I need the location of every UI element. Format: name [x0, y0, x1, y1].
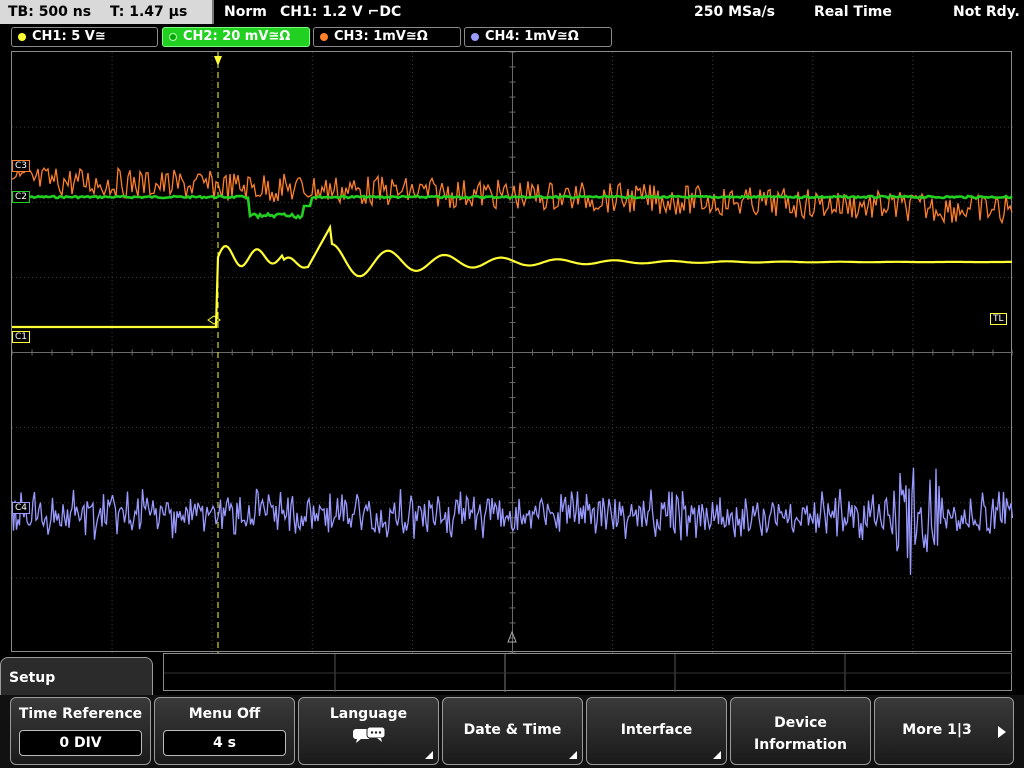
channel-tab-ch2[interactable]: CH2: 20 mV≅Ω [162, 27, 310, 47]
ch2-offset-marker[interactable]: C2 [12, 191, 31, 203]
interface-button[interactable]: Interface [586, 697, 727, 765]
more-button[interactable]: More 1|3 [874, 697, 1014, 765]
ch1-label: CH1: 5 V≅ [32, 29, 106, 44]
more-label: More 1|3 [902, 722, 972, 738]
overview-strip [163, 653, 1013, 692]
channel-tab-ch3[interactable]: CH3: 1mV≅Ω [313, 27, 461, 47]
device-info-line1: Device [774, 715, 827, 731]
channel-tab-ch1[interactable]: CH1: 5 V≅ [11, 27, 158, 47]
interface-label: Interface [620, 722, 693, 738]
graticule-grid [12, 52, 1013, 653]
waveform-canvas [12, 52, 1013, 653]
trigger-level-marker[interactable]: TL [990, 313, 1007, 325]
date-time-button[interactable]: Date & Time [442, 697, 583, 765]
device-info-line2: Information [754, 737, 847, 753]
acquisition-mode: Real Time [814, 4, 892, 20]
ch1-offset-marker[interactable]: C1 [12, 331, 31, 343]
timebase-box[interactable]: TB: 500 ns T: 1.47 µs [0, 0, 214, 24]
submenu-corner-icon [425, 751, 433, 759]
sample-rate: 250 MSa/s [694, 4, 776, 20]
ch4-offset-marker[interactable]: C4 [12, 502, 31, 514]
time-reference-value: 0 DIV [19, 730, 142, 756]
ch4-label: CH4: 1mV≅Ω [485, 29, 579, 44]
speech-bubble-icon [352, 726, 385, 743]
acquisition-state: Not Rdy. [953, 4, 1020, 20]
channel-bar: CH1: 5 V≅ CH2: 20 mV≅Ω CH3: 1mV≅Ω CH4: 1… [0, 27, 1024, 48]
ch2-color-dot [169, 33, 177, 41]
trigger-info[interactable]: CH1: 1.2 V ⌐DC [280, 0, 401, 24]
time-reference-button[interactable]: Time Reference 0 DIV [10, 697, 151, 765]
ch3-label: CH3: 1mV≅Ω [334, 29, 428, 44]
menu-off-label: Menu Off [188, 706, 261, 722]
timebase-value: TB: 500 ns [8, 4, 92, 20]
trigger-time-value: T: 1.47 µs [109, 4, 188, 20]
menu-title: Setup [0, 657, 153, 697]
language-button[interactable]: Language [298, 697, 439, 765]
device-information-button[interactable]: Device Information [730, 697, 871, 765]
submenu-corner-icon [713, 751, 721, 759]
ch4-color-dot [471, 33, 479, 41]
time-reference-label: Time Reference [18, 706, 143, 722]
ch3-offset-marker[interactable]: C3 [12, 160, 31, 172]
trigger-position-arrow [214, 56, 222, 66]
channel-tab-ch4[interactable]: CH4: 1mV≅Ω [464, 27, 612, 47]
menu-off-button[interactable]: Menu Off 4 s [154, 697, 295, 765]
submenu-corner-icon [569, 751, 577, 759]
language-label: Language [329, 706, 408, 722]
ch2-label: CH2: 20 mV≅Ω [183, 29, 291, 44]
softkey-menu: Time Reference 0 DIV Menu Off 4 s Langua… [0, 695, 1024, 768]
trigger-mode[interactable]: Norm [224, 0, 267, 24]
status-bar: TB: 500 ns T: 1.47 µs Norm CH1: 1.2 V ⌐D… [0, 0, 1024, 26]
date-time-label: Date & Time [463, 722, 562, 738]
menu-off-value: 4 s [163, 730, 286, 756]
waveform-display[interactable]: C3 C2 C1 C4 TL [11, 51, 1013, 653]
arrow-right-icon [998, 726, 1006, 738]
ch3-color-dot [320, 33, 328, 41]
ch1-color-dot [18, 33, 26, 41]
overview-grid [164, 654, 1013, 692]
